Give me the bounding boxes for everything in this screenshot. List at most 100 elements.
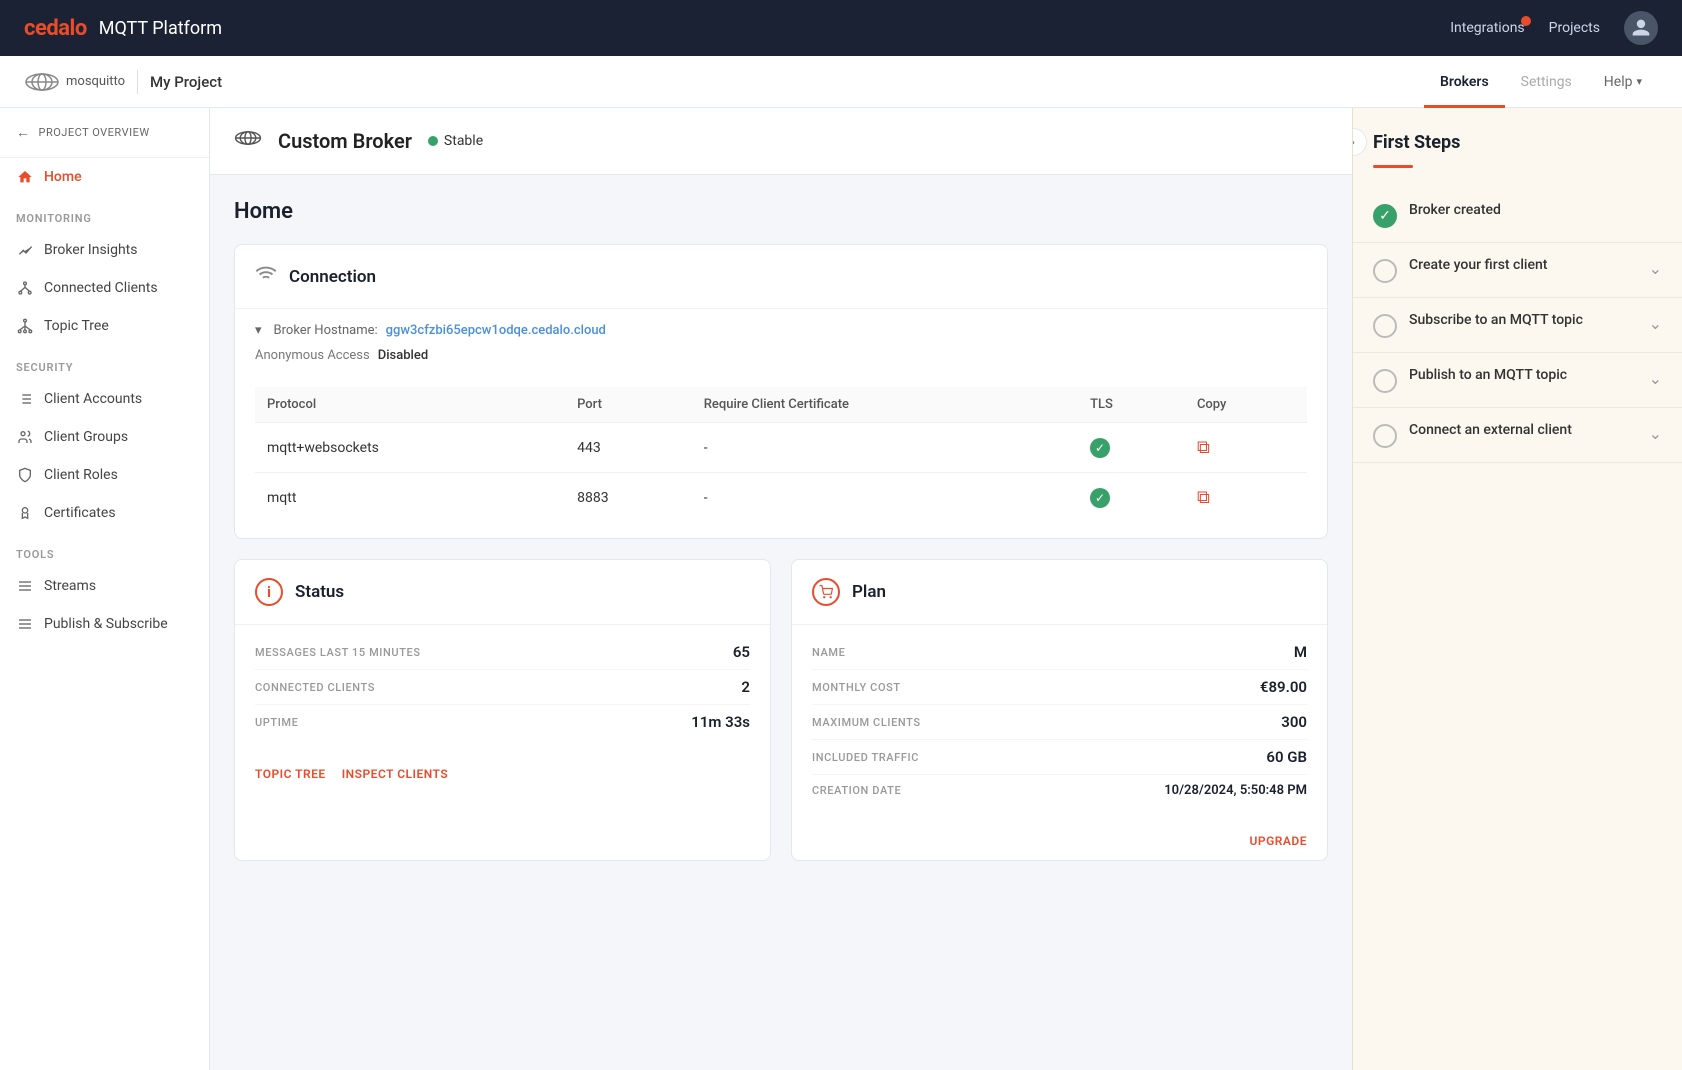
project-name: My Project xyxy=(150,73,222,91)
page-content: Home Connection ▾ xyxy=(210,175,1352,905)
status-badge: Stable xyxy=(428,133,483,149)
streams-icon xyxy=(16,577,34,595)
status-dot xyxy=(428,136,438,146)
hostname-value: ggw3cfzbi65epcw1odqe.cedalo.cloud xyxy=(386,323,606,338)
step-label: Broker created xyxy=(1409,202,1662,218)
table-row: mqtt8883-✓⧉ xyxy=(255,473,1307,523)
logo-cedalo: cedalo xyxy=(24,16,87,41)
sidebar-item-client-accounts[interactable]: Client Accounts xyxy=(0,380,209,418)
port-cell: 443 xyxy=(565,423,692,473)
step-check-empty-icon xyxy=(1373,314,1397,338)
home-icon xyxy=(16,168,34,186)
upgrade-link[interactable]: UPGRADE xyxy=(1250,834,1307,848)
sidebar-item-home[interactable]: Home xyxy=(0,158,209,196)
groups-icon xyxy=(16,428,34,446)
user-icon xyxy=(1631,18,1651,38)
topic-tree-link[interactable]: TOPIC TREE xyxy=(255,767,326,781)
certificate-icon xyxy=(16,504,34,522)
integrations-link[interactable]: Integrations xyxy=(1450,20,1524,36)
step-check-empty-icon xyxy=(1373,369,1397,393)
main-layout: ← PROJECT OVERVIEW Home MONITORING Broke… xyxy=(0,108,1682,1070)
second-nav-right: Brokers Settings Help ▾ xyxy=(1424,56,1658,108)
connection-card: Connection ▾ Broker Hostname: ggw3cfzbi6… xyxy=(234,244,1328,539)
logo-platform: MQTT Platform xyxy=(99,18,222,39)
connection-info: ▾ Broker Hostname: ggw3cfzbi65epcw1odqe.… xyxy=(255,309,1307,387)
col-protocol: Protocol xyxy=(255,387,565,423)
plan-body: NAME M MONTHLY COST €89.00 MAXIMUM CLIEN… xyxy=(792,625,1327,822)
sidebar-item-streams[interactable]: Streams xyxy=(0,567,209,605)
sidebar-item-publish-subscribe[interactable]: Publish & Subscribe xyxy=(0,605,209,643)
clients-label: CONNECTED CLIENTS xyxy=(255,681,375,694)
sidebar-item-certificates[interactable]: Certificates xyxy=(0,494,209,532)
tab-brokers[interactable]: Brokers xyxy=(1424,56,1505,108)
page-title: Home xyxy=(234,199,1328,224)
status-plan-grid: i Status MESSAGES LAST 15 MINUTES 65 CON… xyxy=(234,559,1328,881)
chevron-down-icon: ⌄ xyxy=(1649,259,1662,278)
step-item[interactable]: Connect an external client ⌄ xyxy=(1353,408,1682,463)
steps-list: Broker createdCreate your first client⌄S… xyxy=(1353,188,1682,463)
protocol-cell: mqtt+websockets xyxy=(255,423,565,473)
step-item[interactable]: Subscribe to an MQTT topic⌄ xyxy=(1353,298,1682,353)
status-text: Stable xyxy=(444,133,483,149)
plan-creation-value: 10/28/2024, 5:50:48 PM xyxy=(1164,783,1307,798)
connection-title: Connection xyxy=(289,267,376,287)
clients-stat: CONNECTED CLIENTS 2 xyxy=(255,670,750,705)
sidebar-item-broker-insights[interactable]: Broker Insights xyxy=(0,231,209,269)
copy-cell[interactable]: ⧉ xyxy=(1185,473,1307,523)
chevron-down-icon: ⌄ xyxy=(1649,314,1662,333)
nav-divider xyxy=(137,70,138,94)
tab-help[interactable]: Help ▾ xyxy=(1588,56,1658,108)
step-label: Connect an external client xyxy=(1409,422,1637,438)
monitoring-label: MONITORING xyxy=(0,196,209,231)
chevron-down-icon: ⌄ xyxy=(1649,424,1662,443)
project-overview-link[interactable]: ← PROJECT OVERVIEW xyxy=(0,108,209,158)
cart-icon xyxy=(812,578,840,606)
plan-traffic-stat: INCLUDED TRAFFIC 60 GB xyxy=(812,740,1307,775)
copy-button[interactable]: ⧉ xyxy=(1197,437,1210,458)
broker-name: Custom Broker xyxy=(278,129,412,153)
back-arrow-icon: ← xyxy=(16,124,31,141)
tab-settings[interactable]: Settings xyxy=(1505,56,1588,108)
broker-header: Custom Broker Stable xyxy=(210,108,1352,175)
user-avatar[interactable] xyxy=(1624,11,1658,45)
step-item[interactable]: Broker created xyxy=(1353,188,1682,243)
anonymous-value: Disabled xyxy=(378,348,428,363)
copy-button[interactable]: ⧉ xyxy=(1197,487,1210,508)
second-nav: mosquitto My Project Brokers Settings He… xyxy=(0,56,1682,108)
table-row: mqtt+websockets443-✓⧉ xyxy=(255,423,1307,473)
messages-stat: MESSAGES LAST 15 MINUTES 65 xyxy=(255,635,750,670)
status-card-header: i Status xyxy=(235,560,770,625)
list-icon xyxy=(16,390,34,408)
plan-cost-stat: MONTHLY COST €89.00 xyxy=(812,670,1307,705)
pub-sub-icon xyxy=(16,615,34,633)
projects-link[interactable]: Projects xyxy=(1549,20,1600,36)
second-nav-left: mosquitto My Project xyxy=(24,70,222,94)
hostname-label: Broker Hostname: xyxy=(274,323,378,338)
copy-cell[interactable]: ⧉ xyxy=(1185,423,1307,473)
protocol-table: Protocol Port Require Client Certificate… xyxy=(255,387,1307,522)
chart-icon xyxy=(16,241,34,259)
port-cell: 8883 xyxy=(565,473,692,523)
mosquitto-icon xyxy=(24,71,60,93)
integrations-wrap[interactable]: Integrations xyxy=(1450,20,1524,36)
step-label: Create your first client xyxy=(1409,257,1637,273)
col-copy: Copy xyxy=(1185,387,1307,423)
notification-dot xyxy=(1521,16,1531,26)
messages-value: 65 xyxy=(733,643,750,661)
sidebar-item-client-roles[interactable]: Client Roles xyxy=(0,456,209,494)
plan-cost-value: €89.00 xyxy=(1260,678,1307,696)
collapse-toggle[interactable]: ▾ xyxy=(255,323,262,338)
clients-value: 2 xyxy=(741,678,750,696)
step-item[interactable]: Create your first client ⌄ xyxy=(1353,243,1682,298)
plan-title: Plan xyxy=(852,582,886,602)
cert-cell: - xyxy=(692,473,1078,523)
sidebar: ← PROJECT OVERVIEW Home MONITORING Broke… xyxy=(0,108,210,1070)
plan-max-clients-stat: MAXIMUM CLIENTS 300 xyxy=(812,705,1307,740)
sidebar-item-connected-clients[interactable]: Connected Clients xyxy=(0,269,209,307)
step-item[interactable]: Publish to an MQTT topic⌄ xyxy=(1353,353,1682,408)
sidebar-item-topic-tree[interactable]: Topic Tree xyxy=(0,307,209,345)
plan-name-value: M xyxy=(1294,643,1307,661)
plan-name-stat: NAME M xyxy=(812,635,1307,670)
inspect-clients-link[interactable]: INSPECT CLIENTS xyxy=(342,767,448,781)
sidebar-item-client-groups[interactable]: Client Groups xyxy=(0,418,209,456)
